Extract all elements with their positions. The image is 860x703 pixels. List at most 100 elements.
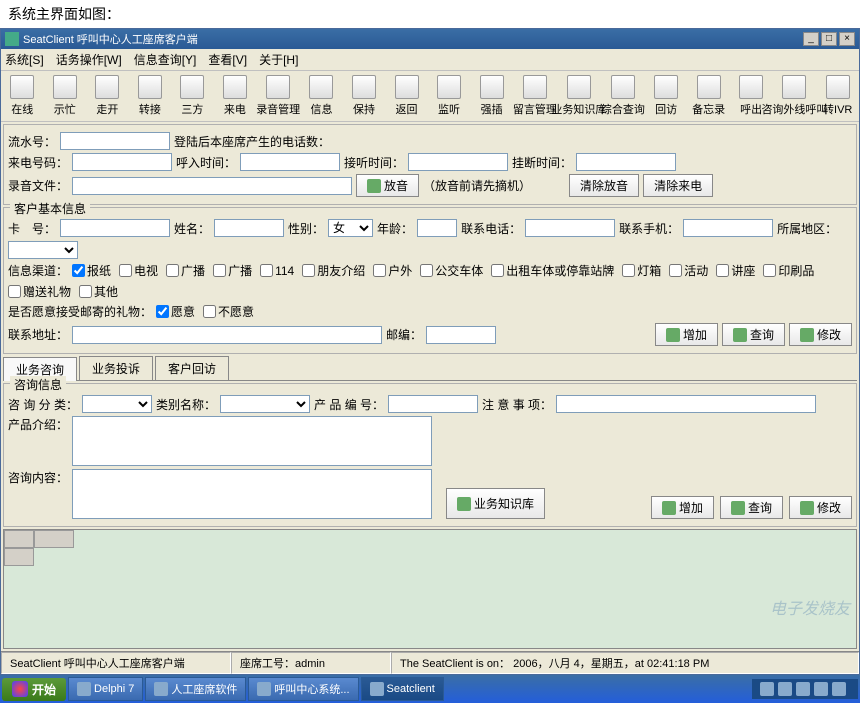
channel-checkbox[interactable]: 广播: [166, 262, 205, 279]
channel-checkbox[interactable]: 报纸: [72, 262, 111, 279]
caller-input[interactable]: [72, 153, 172, 171]
channel-checkbox[interactable]: 讲座: [716, 262, 755, 279]
maximize-button[interactable]: □: [821, 32, 837, 46]
channel-checkbox[interactable]: 朋友介绍: [302, 262, 365, 279]
toolbar-button[interactable]: 三方: [175, 75, 210, 117]
menu-item[interactable]: 查看[V]: [208, 51, 247, 68]
hangtime-input[interactable]: [576, 153, 676, 171]
app-icon: [370, 682, 384, 696]
note-input[interactable]: [556, 395, 816, 413]
menu-item[interactable]: 信息查询[Y]: [134, 51, 197, 68]
toolbar-icon: [180, 75, 204, 99]
taskbar-item[interactable]: Seatclient: [361, 677, 444, 701]
result-grid[interactable]: [3, 529, 857, 649]
gift-label: 是否愿意接受邮寄的礼物：: [8, 303, 152, 320]
toolbar-icon: [654, 75, 678, 99]
taskbar-item[interactable]: 呼叫中心系统...: [248, 677, 358, 701]
biz-add-button[interactable]: 增加: [651, 496, 714, 519]
prodintro-textarea[interactable]: [72, 416, 432, 466]
kb-button[interactable]: 业务知识库: [446, 488, 545, 519]
channel-checkbox[interactable]: 赠送礼物: [8, 283, 71, 300]
tel-input[interactable]: [525, 219, 615, 237]
cust-add-button[interactable]: 增加: [655, 323, 718, 346]
age-input[interactable]: [417, 219, 457, 237]
cat-select[interactable]: [82, 395, 152, 413]
clear-call-button[interactable]: 清除来电: [643, 174, 713, 197]
cust-edit-button[interactable]: 修改: [789, 323, 852, 346]
toolbar-button[interactable]: 走开: [90, 75, 125, 117]
addr-input[interactable]: [72, 326, 382, 344]
menu-item[interactable]: 系统[S]: [5, 51, 44, 68]
channel-checkbox[interactable]: 印刷品: [763, 262, 814, 279]
channel-checkbox[interactable]: 灯箱: [622, 262, 661, 279]
plus-icon: [666, 328, 680, 342]
intime-input[interactable]: [240, 153, 340, 171]
toolbar-button[interactable]: 业务知识库: [561, 75, 597, 117]
toolbar-button[interactable]: 示忙: [48, 75, 83, 117]
anstime-label: 接听时间：: [344, 154, 404, 171]
toolbar-button[interactable]: 回访: [649, 75, 684, 117]
sex-select[interactable]: 女男: [328, 219, 373, 237]
zip-input[interactable]: [426, 326, 496, 344]
name-input[interactable]: [214, 219, 284, 237]
toolbar-button[interactable]: 保持: [347, 75, 382, 117]
system-tray[interactable]: [752, 679, 858, 699]
toolbar-button[interactable]: 综合查询: [605, 75, 641, 117]
tray-icon: [832, 682, 846, 696]
clear-play-button[interactable]: 清除放音: [569, 174, 639, 197]
menu-item[interactable]: 关于[H]: [259, 51, 298, 68]
close-button[interactable]: ×: [839, 32, 855, 46]
toolbar-button[interactable]: 返回: [389, 75, 424, 117]
serial-input[interactable]: [60, 132, 170, 150]
channel-checkbox[interactable]: 公交车体: [420, 262, 483, 279]
channel-checkbox[interactable]: 广播: [213, 262, 252, 279]
toolbar-icon: [567, 75, 591, 99]
biz-tabs: 业务咨询业务投诉客户回访: [3, 356, 857, 381]
toolbar-button[interactable]: 转IVR: [820, 75, 855, 117]
taskbar-item[interactable]: 人工座席软件: [145, 677, 246, 701]
toolbar-button[interactable]: 强插: [474, 75, 509, 117]
anstime-input[interactable]: [408, 153, 508, 171]
gift-yes-checkbox[interactable]: 愿意: [156, 303, 195, 320]
recfile-input[interactable]: [72, 177, 352, 195]
toolbar-button[interactable]: 监听: [432, 75, 467, 117]
intime-label: 呼入时间：: [176, 154, 236, 171]
toolbar-icon: [523, 75, 547, 99]
channel-checkbox[interactable]: 活动: [669, 262, 708, 279]
toolbar-button[interactable]: 信息: [304, 75, 339, 117]
zip-label: 邮编：: [386, 326, 422, 343]
gift-no-checkbox[interactable]: 不愿意: [203, 303, 254, 320]
toolbar-button[interactable]: 留言管理: [517, 75, 553, 117]
toolbar-button[interactable]: 咨询外线呼叫: [776, 75, 812, 117]
toolbar-icon: [826, 75, 850, 99]
channel-checkbox[interactable]: 出租车体或停靠站牌: [491, 262, 614, 279]
toolbar-button[interactable]: 备忘录: [691, 75, 726, 117]
note-label: 注 意 事 项：: [482, 396, 552, 413]
toolbar-button[interactable]: 转接: [133, 75, 168, 117]
card-input[interactable]: [60, 219, 170, 237]
minimize-button[interactable]: _: [803, 32, 819, 46]
biz-query-button[interactable]: 查询: [720, 496, 783, 519]
channel-checkbox[interactable]: 其他: [79, 283, 118, 300]
channel-checkbox[interactable]: 电视: [119, 262, 158, 279]
channel-checkbox[interactable]: 户外: [373, 262, 412, 279]
play-button[interactable]: 放音: [356, 174, 419, 197]
biz-edit-button[interactable]: 修改: [789, 496, 852, 519]
channel-checkbox[interactable]: 114: [260, 264, 294, 278]
mob-input[interactable]: [683, 219, 773, 237]
tab[interactable]: 业务投诉: [79, 356, 153, 380]
toolbar-button[interactable]: 来电: [218, 75, 253, 117]
menu-item[interactable]: 话务操作[W]: [56, 51, 122, 68]
content-textarea[interactable]: [72, 469, 432, 519]
prodno-input[interactable]: [388, 395, 478, 413]
caller-label: 来电号码：: [8, 154, 68, 171]
tab[interactable]: 客户回访: [155, 356, 229, 380]
toolbar-button[interactable]: 录音管理: [260, 75, 296, 117]
recfile-label: 录音文件：: [8, 177, 68, 194]
catname-select[interactable]: [220, 395, 310, 413]
toolbar-button[interactable]: 在线: [5, 75, 40, 117]
taskbar-item[interactable]: Delphi 7: [68, 677, 143, 701]
start-button[interactable]: 开始: [2, 678, 66, 701]
cust-query-button[interactable]: 查询: [722, 323, 785, 346]
area-select[interactable]: [8, 241, 78, 259]
